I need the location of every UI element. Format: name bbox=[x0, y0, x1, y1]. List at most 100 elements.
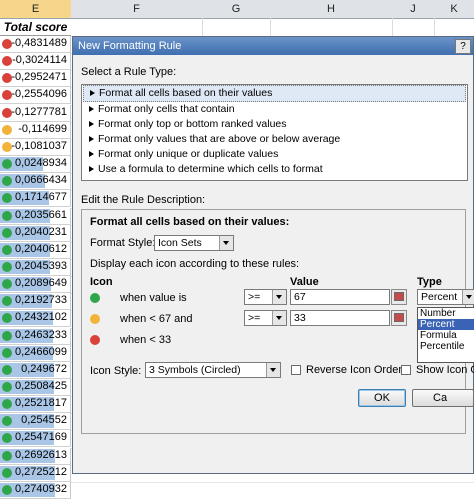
rule-type-item[interactable]: Use a formula to determine which cells t… bbox=[83, 162, 466, 177]
score-value: 0,2040231 bbox=[15, 225, 67, 238]
score-cell[interactable]: 0,2521817 bbox=[0, 396, 71, 414]
rule-row-1-cell-picker-icon[interactable] bbox=[391, 289, 407, 305]
rule-row-2-text: when < 67 and bbox=[120, 313, 193, 325]
type-option-percent[interactable]: Percent bbox=[418, 319, 474, 330]
score-cell[interactable]: 0,2725212 bbox=[0, 464, 71, 482]
rule-type-item[interactable]: Format only cells that contain bbox=[83, 102, 466, 117]
score-value: -0,1081037 bbox=[11, 139, 67, 152]
rule-row-2-cell-picker-icon[interactable] bbox=[391, 310, 407, 326]
score-value: -0,4831489 bbox=[11, 37, 67, 49]
score-cell[interactable]: -0,114699 bbox=[0, 121, 71, 139]
rule-row-3-text: when < 33 bbox=[120, 334, 172, 346]
score-cell[interactable]: 0,2040231 bbox=[0, 224, 71, 242]
score-value: 0,2547169 bbox=[15, 431, 67, 444]
score-value: 0,2089649 bbox=[15, 277, 67, 290]
score-value: 0,2463233 bbox=[15, 328, 67, 341]
rule-row-2-operator-value: >= bbox=[248, 312, 261, 324]
score-cell[interactable]: -0,1081037 bbox=[0, 138, 71, 156]
rule-type-item[interactable]: Format all cells based on their values bbox=[83, 85, 466, 102]
score-cell[interactable]: 0,2089649 bbox=[0, 276, 71, 294]
score-value: 0,0248934 bbox=[15, 157, 67, 170]
column-header-f[interactable]: F bbox=[71, 0, 203, 19]
score-value: 0,2466099 bbox=[15, 345, 67, 358]
ok-button[interactable]: OK bbox=[358, 389, 406, 407]
score-cell[interactable]: 0,2508425 bbox=[0, 379, 71, 396]
rule-type-label: Use a formula to determine which cells t… bbox=[98, 163, 323, 175]
score-value: 0,2192733 bbox=[15, 294, 67, 307]
cancel-button[interactable]: Ca bbox=[412, 389, 474, 407]
score-cell[interactable]: -0,2554096 bbox=[0, 87, 71, 105]
score-cell[interactable]: 0,1714677 bbox=[0, 190, 71, 208]
total-score-header[interactable]: Total score bbox=[0, 18, 71, 36]
rule-type-list: Format all cells based on their values Fo… bbox=[81, 84, 468, 181]
type-option-formula[interactable]: Formula bbox=[418, 330, 474, 341]
new-formatting-rule-dialog: New Formatting Rule ? Select a Rule Type… bbox=[72, 36, 474, 474]
green-check-icon bbox=[2, 159, 12, 170]
rule-type-item[interactable]: Format only top or bottom ranked values bbox=[83, 117, 466, 132]
score-cell[interactable]: -0,1277781 bbox=[0, 104, 71, 122]
column-header-h[interactable]: H bbox=[270, 0, 393, 19]
dialog-title: New Formatting Rule bbox=[73, 37, 473, 55]
score-cell[interactable]: 0,254552 bbox=[0, 413, 71, 431]
rule-row-1-value-input[interactable]: 67 bbox=[290, 289, 390, 305]
display-rules-label: Display each icon according to these rul… bbox=[90, 258, 300, 270]
column-header-j[interactable]: J bbox=[392, 0, 435, 19]
chevron-down-icon bbox=[272, 311, 286, 325]
icon-style-value: 3 Symbols (Circled) bbox=[149, 364, 241, 376]
score-cell[interactable]: -0,3024114 bbox=[0, 53, 71, 71]
type-option-number[interactable]: Number bbox=[418, 308, 474, 319]
rule-type-label: Format only values that are above or bel… bbox=[98, 133, 341, 145]
format-style-dropdown[interactable]: Icon Sets bbox=[154, 235, 234, 251]
select-rule-type-label: Select a Rule Type: bbox=[81, 66, 177, 78]
chevron-down-icon bbox=[272, 290, 286, 304]
score-cell[interactable]: -0,4831489 bbox=[0, 36, 71, 53]
icon-style-dropdown[interactable]: 3 Symbols (Circled) bbox=[145, 362, 281, 378]
rule-row-2-operator[interactable]: >= bbox=[244, 310, 287, 326]
score-value: 0,2045393 bbox=[15, 259, 67, 272]
score-cell[interactable]: 0,2045393 bbox=[0, 258, 71, 276]
rule-type-item[interactable]: Format only values that are above or bel… bbox=[83, 132, 466, 147]
score-cell[interactable]: 0,2463233 bbox=[0, 327, 71, 345]
icon-column-header: Icon bbox=[90, 276, 113, 288]
rule-type-label: Format all cells based on their values bbox=[99, 87, 273, 99]
score-cell[interactable]: 0,2035661 bbox=[0, 207, 71, 225]
green-check-icon bbox=[2, 261, 12, 272]
chevron-down-icon bbox=[462, 290, 474, 304]
green-check-icon bbox=[2, 484, 12, 495]
chevron-down-icon bbox=[266, 363, 280, 377]
value-column-header: Value bbox=[290, 276, 319, 288]
type-dropdown-list: Number Percent Formula Percentile bbox=[417, 307, 474, 363]
rule-type-item[interactable]: Format only unique or duplicate values bbox=[83, 147, 466, 162]
show-icon-only-checkbox[interactable] bbox=[401, 365, 411, 375]
score-cell[interactable]: 0,2547169 bbox=[0, 430, 71, 448]
column-header-g[interactable]: G bbox=[202, 0, 271, 19]
score-value: 0,2725212 bbox=[15, 465, 67, 478]
score-cell[interactable]: 0,0666434 bbox=[0, 173, 71, 191]
score-cell[interactable]: -0,2952471 bbox=[0, 70, 71, 88]
green-check-icon bbox=[2, 467, 12, 478]
green-check-icon bbox=[2, 227, 12, 238]
help-button[interactable]: ? bbox=[455, 39, 471, 54]
column-header-e[interactable]: E bbox=[0, 0, 72, 19]
score-cell[interactable]: 0,2466099 bbox=[0, 344, 71, 362]
score-cell[interactable]: 0,2040612 bbox=[0, 241, 71, 259]
score-cell[interactable]: 0,2432102 bbox=[0, 310, 71, 328]
score-cell[interactable]: 0,0248934 bbox=[0, 156, 71, 174]
rule-type-label: Format only top or bottom ranked values bbox=[98, 118, 287, 130]
score-value: 0,2740932 bbox=[15, 482, 67, 495]
type-option-percentile[interactable]: Percentile bbox=[418, 341, 474, 352]
rule-row-2-value-input[interactable]: 33 bbox=[290, 310, 390, 326]
score-cell[interactable]: 0,2692613 bbox=[0, 447, 71, 465]
rule-row-1-type-dropdown[interactable]: Percent bbox=[417, 289, 474, 305]
rule-row-1-operator[interactable]: >= bbox=[244, 289, 287, 305]
score-value: 0,2508425 bbox=[15, 380, 67, 392]
score-value: -0,3024114 bbox=[12, 54, 67, 67]
column-header-k[interactable]: K bbox=[434, 0, 474, 19]
score-cell[interactable]: 0,2740932 bbox=[0, 481, 71, 499]
reverse-icon-order-checkbox[interactable] bbox=[291, 365, 301, 375]
score-value: -0,1277781 bbox=[11, 105, 67, 118]
score-cell[interactable]: 0,2192733 bbox=[0, 293, 71, 311]
triangle-bullet-icon bbox=[89, 151, 94, 158]
score-value: 0,0666434 bbox=[15, 174, 67, 187]
score-cell[interactable]: 0,249672 bbox=[0, 361, 71, 379]
